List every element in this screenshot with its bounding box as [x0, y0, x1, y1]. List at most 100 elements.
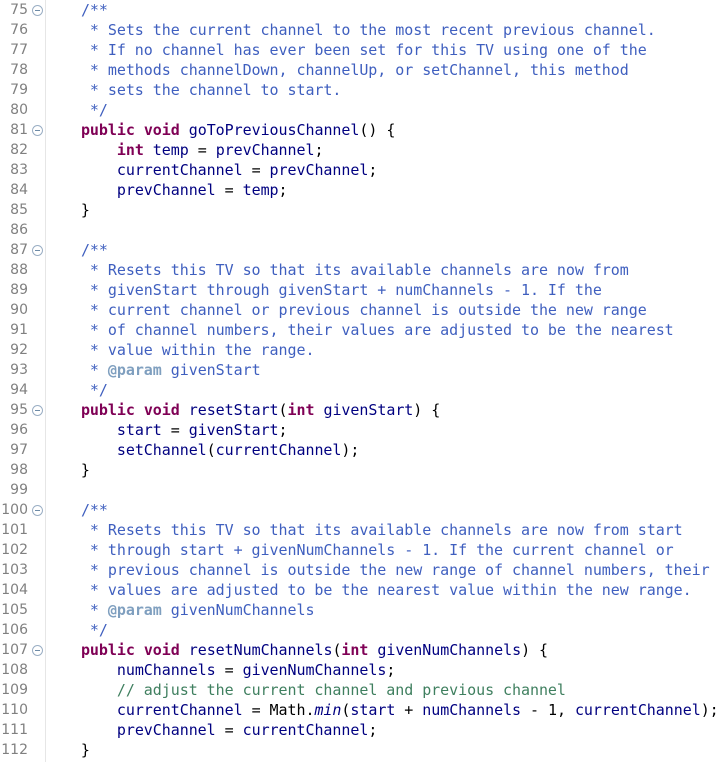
gutter-row[interactable]: 84 — [0, 180, 45, 200]
gutter-row[interactable]: 102 — [0, 540, 45, 560]
code-line[interactable]: currentChannel = Math.min(start + numCha… — [45, 700, 726, 720]
code-line[interactable]: * of channel numbers, their values are a… — [45, 320, 726, 340]
token-stat: min — [314, 701, 342, 719]
gutter-row[interactable]: 85 — [0, 200, 45, 220]
line-number: 103 — [1, 562, 28, 578]
gutter-row[interactable]: 77 — [0, 40, 45, 60]
code-text-area[interactable]: /** * Sets the current channel to the mo… — [45, 0, 726, 762]
gutter-row[interactable]: 97 — [0, 440, 45, 460]
gutter-row[interactable]: 92 — [0, 340, 45, 360]
gutter-row[interactable]: 83 — [0, 160, 45, 180]
code-line[interactable]: * Resets this TV so that its available c… — [45, 520, 726, 540]
code-line[interactable]: * givenStart through givenStart + numCha… — [45, 280, 726, 300]
fold-collapse-icon[interactable] — [32, 245, 43, 256]
token-plain: } — [45, 461, 90, 479]
code-line[interactable]: * If no channel has ever been set for th… — [45, 40, 726, 60]
gutter-row[interactable]: 108 — [0, 660, 45, 680]
code-line[interactable]: /** — [45, 0, 726, 20]
gutter-row[interactable]: 88 — [0, 260, 45, 280]
line-number-gutter[interactable]: 75 76 77 78 79 80 81 82 83 84 85 86 87 88 89 90 91 92 93 94… — [0, 0, 45, 762]
gutter-row[interactable]: 112 — [0, 740, 45, 760]
gutter-row[interactable]: 96 — [0, 420, 45, 440]
code-line[interactable] — [45, 220, 726, 240]
code-line[interactable]: /** — [45, 240, 726, 260]
gutter-row[interactable]: 94 — [0, 380, 45, 400]
gutter-row[interactable]: 107 — [0, 640, 45, 660]
line-number: 76 — [10, 22, 28, 38]
code-line[interactable]: * current channel or previous channel is… — [45, 300, 726, 320]
gutter-row[interactable]: 79 — [0, 80, 45, 100]
gutter-row[interactable]: 91 — [0, 320, 45, 340]
token-ident: givenStart — [323, 401, 414, 419]
gutter-row[interactable]: 78 — [0, 60, 45, 80]
code-line[interactable]: numChannels = givenNumChannels; — [45, 660, 726, 680]
code-line[interactable]: public void goToPreviousChannel() { — [45, 120, 726, 140]
code-line[interactable]: */ — [45, 100, 726, 120]
code-line[interactable]: * through start + givenNumChannels - 1. … — [45, 540, 726, 560]
code-line[interactable]: * previous channel is outside the new ra… — [45, 560, 726, 580]
fold-collapse-icon[interactable] — [32, 505, 43, 516]
gutter-row[interactable]: 95 — [0, 400, 45, 420]
code-line[interactable]: } — [45, 200, 726, 220]
token-plain: () { — [359, 121, 396, 139]
code-line[interactable]: * sets the channel to start. — [45, 80, 726, 100]
code-line[interactable]: prevChannel = temp; — [45, 180, 726, 200]
code-editor[interactable]: 75 76 77 78 79 80 81 82 83 84 85 86 87 88 89 90 91 92 93 94… — [0, 0, 726, 762]
gutter-row[interactable]: 110 — [0, 700, 45, 720]
gutter-row[interactable]: 86 — [0, 220, 45, 240]
gutter-row[interactable]: 87 — [0, 240, 45, 260]
code-line[interactable]: * Sets the current channel to the most r… — [45, 20, 726, 40]
gutter-row[interactable]: 111 — [0, 720, 45, 740]
code-line[interactable]: * Resets this TV so that its available c… — [45, 260, 726, 280]
gutter-row[interactable]: 100 — [0, 500, 45, 520]
gutter-row[interactable]: 106 — [0, 620, 45, 640]
code-line[interactable]: * methods channelDown, channelUp, or set… — [45, 60, 726, 80]
gutter-row[interactable]: 76 — [0, 20, 45, 40]
gutter-row[interactable]: 101 — [0, 520, 45, 540]
code-line[interactable]: public void resetStart(int givenStart) { — [45, 400, 726, 420]
gutter-row[interactable]: 82 — [0, 140, 45, 160]
gutter-row[interactable]: 103 — [0, 560, 45, 580]
code-line[interactable]: setChannel(currentChannel); — [45, 440, 726, 460]
token-jdoc: * Resets this TV so that its available c… — [45, 261, 629, 279]
code-line[interactable]: /** — [45, 500, 726, 520]
token-plain: ; — [278, 181, 288, 199]
gutter-row[interactable]: 105 — [0, 600, 45, 620]
code-line[interactable]: * values are adjusted to be the nearest … — [45, 580, 726, 600]
code-line[interactable]: * value within the range. — [45, 340, 726, 360]
token-jdoc: * If no channel has ever been set for th… — [45, 41, 647, 59]
gutter-row[interactable]: 109 — [0, 680, 45, 700]
code-line[interactable]: */ — [45, 380, 726, 400]
token-ident: currentChannel — [116, 161, 243, 179]
gutter-row[interactable]: 80 — [0, 100, 45, 120]
line-number: 110 — [1, 702, 28, 718]
code-line[interactable]: public void resetNumChannels(int givenNu… — [45, 640, 726, 660]
gutter-row[interactable]: 104 — [0, 580, 45, 600]
gutter-row[interactable]: 98 — [0, 460, 45, 480]
code-line[interactable]: // adjust the current channel and previo… — [45, 680, 726, 700]
code-line[interactable]: * @param givenNumChannels — [45, 600, 726, 620]
code-line[interactable]: } — [45, 740, 726, 760]
gutter-row[interactable]: 89 — [0, 280, 45, 300]
code-line[interactable]: } — [45, 460, 726, 480]
fold-collapse-icon[interactable] — [32, 405, 43, 416]
fold-collapse-icon[interactable] — [32, 125, 43, 136]
code-line[interactable]: prevChannel = currentChannel; — [45, 720, 726, 740]
fold-collapse-icon[interactable] — [32, 645, 43, 656]
code-line[interactable]: */ — [45, 620, 726, 640]
gutter-row[interactable]: 99 — [0, 480, 45, 500]
gutter-row[interactable]: 81 — [0, 120, 45, 140]
gutter-row[interactable]: 93 — [0, 360, 45, 380]
code-line[interactable] — [45, 480, 726, 500]
gutter-row[interactable]: 90 — [0, 300, 45, 320]
code-line[interactable]: int temp = prevChannel; — [45, 140, 726, 160]
code-line[interactable]: currentChannel = prevChannel; — [45, 160, 726, 180]
gutter-row[interactable]: 75 — [0, 0, 45, 20]
code-line[interactable]: start = givenStart; — [45, 420, 726, 440]
fold-collapse-icon[interactable] — [32, 5, 43, 16]
token-kw: void — [143, 121, 180, 139]
code-line[interactable]: * @param givenStart — [45, 360, 726, 380]
